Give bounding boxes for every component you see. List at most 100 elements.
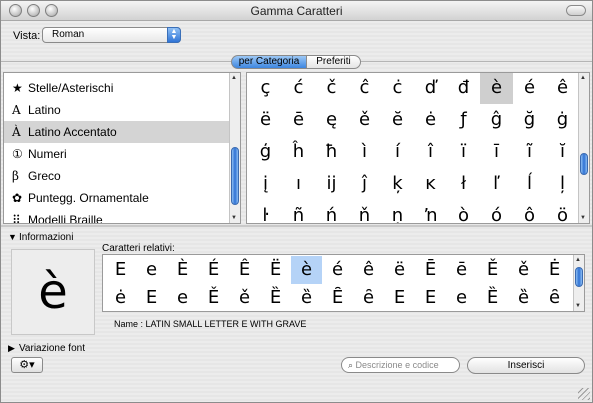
tab-preferiti[interactable]: Preferiti: [306, 55, 361, 69]
character-cell[interactable]: į: [249, 168, 282, 200]
character-cell[interactable]: ĳ: [315, 168, 348, 200]
scroll-down-arrow-icon[interactable]: ▼: [231, 215, 237, 221]
character-cell[interactable]: ƒ: [447, 104, 480, 136]
category-scroll-thumb[interactable]: [231, 147, 239, 205]
character-cell[interactable]: ļ: [546, 168, 579, 200]
character-cell[interactable]: ê: [546, 73, 579, 104]
related-character-cell[interactable]: é: [322, 256, 353, 284]
category-item[interactable]: À Latino Accentato: [4, 121, 230, 143]
character-cell[interactable]: ċ: [381, 73, 414, 104]
related-character-cell[interactable]: ȇ: [539, 284, 570, 311]
character-cell[interactable]: ĉ: [348, 73, 381, 104]
character-cell[interactable]: ħ: [315, 136, 348, 168]
related-character-cell[interactable]: Ē: [415, 256, 446, 284]
related-character-cell[interactable]: ê: [353, 256, 384, 284]
related-character-cell[interactable]: E: [105, 256, 136, 284]
character-cell[interactable]: ñ: [282, 200, 315, 223]
related-character-cell[interactable]: Ë: [260, 256, 291, 284]
related-character-cell[interactable]: ȅ: [508, 284, 539, 311]
related-character-cell[interactable]: E: [384, 284, 415, 311]
grid-scroll-thumb[interactable]: [580, 153, 588, 175]
character-cell[interactable]: ī: [480, 136, 513, 168]
related-character-cell[interactable]: ė: [105, 284, 136, 311]
character-cell[interactable]: ĕ: [381, 104, 414, 136]
scroll-up-arrow-icon[interactable]: ▲: [575, 257, 581, 263]
related-character-cell[interactable]: E: [136, 284, 167, 311]
character-cell[interactable]: ò: [447, 200, 480, 223]
related-character-cell[interactable]: ȅ: [291, 284, 322, 311]
related-character-cell[interactable]: É: [198, 256, 229, 284]
character-cell[interactable]: ł: [447, 168, 480, 200]
vista-popup[interactable]: Roman ▲ ▼: [42, 27, 181, 43]
character-cell[interactable]: ě: [348, 104, 381, 136]
related-scroll-thumb[interactable]: [575, 267, 583, 287]
grid-scrollbar[interactable]: ▲ ▼: [578, 73, 589, 223]
category-scrollbar[interactable]: ▲ ▼: [229, 73, 240, 223]
related-character-cell[interactable]: e: [446, 284, 477, 311]
character-cell[interactable]: ĸ: [414, 168, 447, 200]
character-cell[interactable]: ç: [249, 73, 282, 104]
related-character-cell[interactable]: Ȇ: [322, 284, 353, 311]
character-cell[interactable]: ň: [348, 200, 381, 223]
related-character-cell[interactable]: Ė: [539, 256, 570, 284]
character-cell[interactable]: ę: [315, 104, 348, 136]
character-cell[interactable]: ö: [546, 200, 579, 223]
character-cell[interactable]: č: [315, 73, 348, 104]
toolbar-toggle-button[interactable]: [566, 5, 586, 16]
scroll-down-arrow-icon[interactable]: ▼: [580, 215, 586, 221]
character-cell[interactable]: è: [480, 73, 513, 104]
related-character-cell[interactable]: ȇ: [353, 284, 384, 311]
tab-per-categoria[interactable]: per Categoria: [231, 55, 307, 69]
character-cell[interactable]: í: [381, 136, 414, 168]
scroll-up-arrow-icon[interactable]: ▲: [580, 75, 586, 81]
character-cell[interactable]: ē: [282, 104, 315, 136]
character-cell[interactable]: ľ: [480, 168, 513, 200]
category-item[interactable]: A Latino: [4, 99, 230, 121]
character-cell[interactable]: ġ: [546, 104, 579, 136]
character-cell[interactable]: đ: [447, 73, 480, 104]
resize-grip-icon[interactable]: [578, 388, 590, 400]
character-cell[interactable]: ń: [315, 200, 348, 223]
character-cell[interactable]: ï: [447, 136, 480, 168]
character-cell[interactable]: ď: [414, 73, 447, 104]
related-character-cell[interactable]: È: [167, 256, 198, 284]
related-character-cell[interactable]: Ê: [229, 256, 260, 284]
related-character-cell[interactable]: ë: [384, 256, 415, 284]
character-cell[interactable]: ĩ: [513, 136, 546, 168]
character-cell[interactable]: ĺ: [513, 168, 546, 200]
character-cell[interactable]: ņ: [381, 200, 414, 223]
character-cell[interactable]: ô: [513, 200, 546, 223]
category-item[interactable]: ① Numeri: [4, 143, 230, 165]
insert-button[interactable]: Inserisci: [467, 357, 585, 374]
related-character-cell[interactable]: è: [291, 256, 322, 284]
character-cell[interactable]: ı: [282, 168, 315, 200]
character-cell[interactable]: ŀ: [249, 200, 282, 223]
disclosure-closed-icon[interactable]: ▶: [8, 343, 15, 354]
related-character-cell[interactable]: Ě: [198, 284, 229, 311]
character-cell[interactable]: ć: [282, 73, 315, 104]
category-item[interactable]: ✿ Puntegg. Ornamentale: [4, 187, 230, 209]
category-item[interactable]: ⠿ Modelli Braille: [4, 209, 230, 223]
search-input[interactable]: ⌕ Descrizione e codice: [341, 357, 460, 373]
related-character-cell[interactable]: Ȅ: [477, 284, 508, 311]
related-scrollbar[interactable]: ▲ ▼: [573, 255, 584, 311]
category-item[interactable]: β Greco: [4, 165, 230, 187]
character-cell[interactable]: ĝ: [480, 104, 513, 136]
character-cell[interactable]: ģ: [249, 136, 282, 168]
character-cell[interactable]: ŉ: [414, 200, 447, 223]
character-cell[interactable]: ė: [414, 104, 447, 136]
related-character-cell[interactable]: E: [415, 284, 446, 311]
disclosure-open-icon[interactable]: ▼: [8, 232, 17, 242]
character-cell[interactable]: ì: [348, 136, 381, 168]
character-cell[interactable]: î: [414, 136, 447, 168]
scroll-down-arrow-icon[interactable]: ▼: [575, 303, 581, 309]
character-cell[interactable]: ķ: [381, 168, 414, 200]
scroll-up-arrow-icon[interactable]: ▲: [231, 75, 237, 81]
character-cell[interactable]: ĥ: [282, 136, 315, 168]
related-character-cell[interactable]: Ȅ: [260, 284, 291, 311]
character-cell[interactable]: ë: [249, 104, 282, 136]
related-character-cell[interactable]: e: [167, 284, 198, 311]
character-cell[interactable]: ĭ: [546, 136, 579, 168]
character-cell[interactable]: ĵ: [348, 168, 381, 200]
gear-icon[interactable]: ⚙▾: [11, 357, 43, 373]
